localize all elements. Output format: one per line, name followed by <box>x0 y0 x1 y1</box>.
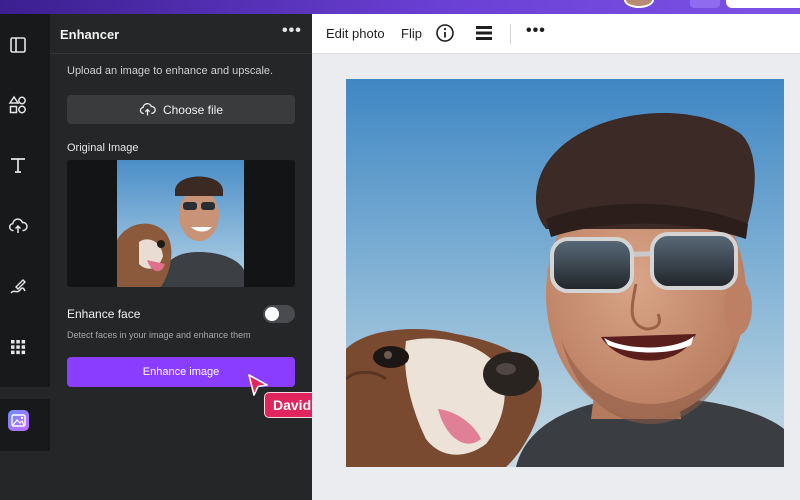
toggle-knob <box>265 307 279 321</box>
enhancer-panel: Enhancer ••• Upload an image to enhance … <box>50 14 312 500</box>
text-icon[interactable] <box>7 154 29 176</box>
enhance-face-description: Detect faces in your image and enhance t… <box>67 330 251 340</box>
toolbar-divider <box>510 24 511 44</box>
rail-divider <box>0 387 50 399</box>
elements-icon[interactable] <box>7 94 29 116</box>
uploads-icon[interactable] <box>7 215 29 237</box>
enhance-face-label: Enhance face <box>67 307 141 321</box>
position-lines-icon[interactable] <box>475 24 493 42</box>
flip-button[interactable]: Flip <box>401 26 422 41</box>
toolbar-more-icon[interactable]: ••• <box>526 22 546 40</box>
panel-header: Enhancer ••• <box>50 14 312 54</box>
original-image-preview <box>67 160 295 287</box>
draw-icon[interactable] <box>7 276 29 298</box>
user-avatar[interactable] <box>624 0 654 8</box>
apps-icon[interactable] <box>7 336 29 358</box>
editor-toolbar: Edit photo Flip ••• <box>312 14 800 54</box>
top-header-strip <box>0 0 800 14</box>
original-image-thumbnail <box>117 160 244 287</box>
enhancer-app-icon[interactable] <box>8 410 29 431</box>
info-icon[interactable] <box>435 23 455 43</box>
original-image-label: Original Image <box>67 142 139 154</box>
panel-more-icon[interactable]: ••• <box>282 22 302 40</box>
templates-icon[interactable] <box>7 34 29 56</box>
choose-file-button[interactable]: Choose file <box>67 95 295 124</box>
enhance-face-toggle[interactable] <box>263 305 295 323</box>
design-canvas-area <box>312 54 800 500</box>
selfie-photo-image <box>346 79 784 467</box>
share-button[interactable] <box>726 0 800 8</box>
choose-file-label: Choose file <box>162 102 224 117</box>
side-rail <box>0 14 50 500</box>
rail-selected-area <box>0 451 50 500</box>
canvas-photo[interactable] <box>346 79 784 467</box>
panel-description: Upload an image to enhance and upscale. <box>67 65 274 77</box>
panel-title: Enhancer <box>60 27 120 42</box>
upload-cloud-icon <box>139 103 156 116</box>
header-button[interactable] <box>690 0 720 8</box>
edit-photo-button[interactable]: Edit photo <box>326 26 385 41</box>
